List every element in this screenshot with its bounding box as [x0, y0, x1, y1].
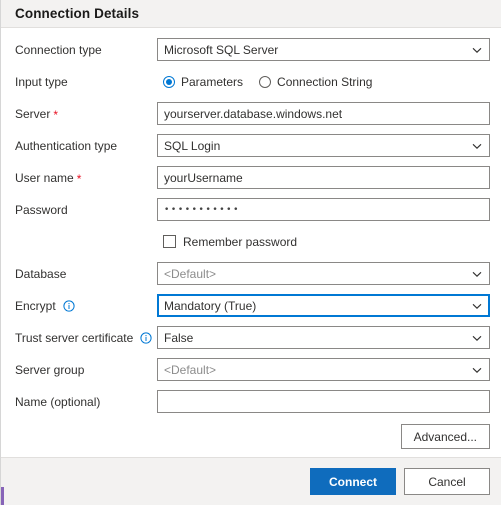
- input-type-radio-group: Parameters Connection String: [157, 75, 490, 89]
- field-row-trust-server-certificate: Trust server certificate False: [15, 326, 490, 349]
- password-input[interactable]: •••••••••••: [157, 198, 490, 221]
- authentication-type-value: SQL Login: [164, 138, 221, 153]
- radio-parameters[interactable]: Parameters: [163, 75, 243, 89]
- radio-connection-string-mark: [259, 75, 272, 88]
- checkbox-icon: [163, 235, 176, 248]
- encrypt-dropdown[interactable]: Mandatory (True): [157, 294, 490, 317]
- label-server: Server *: [15, 107, 157, 121]
- server-value: yourserver.database.windows.net: [164, 106, 343, 121]
- label-name-optional: Name (optional): [15, 395, 157, 409]
- input-type-label-text: Input type: [15, 74, 68, 89]
- chevron-down-icon: [471, 44, 483, 56]
- dialog-header: Connection Details: [1, 0, 501, 28]
- field-row-server-group: Server group <Default>: [15, 358, 490, 381]
- remember-password-label: Remember password: [183, 234, 298, 249]
- chevron-down-icon: [471, 268, 483, 280]
- chevron-down-icon: [471, 300, 483, 312]
- radio-parameters-mark: [163, 75, 175, 88]
- name-optional-label-text: Name (optional): [15, 394, 101, 409]
- radio-parameters-label: Parameters: [181, 74, 244, 89]
- name-optional-input[interactable]: [157, 390, 490, 413]
- user-name-value: yourUsername: [164, 170, 243, 185]
- page-title: Connection Details: [15, 6, 140, 21]
- user-name-label-text: User name: [15, 170, 74, 185]
- bottom-left-accent-strip: [1, 487, 4, 505]
- field-row-database: Database <Default>: [15, 262, 490, 285]
- field-row-name-optional: Name (optional): [15, 390, 490, 413]
- server-group-label-text: Server group: [15, 362, 85, 377]
- required-asterisk-server: *: [53, 107, 59, 122]
- chevron-down-icon: [471, 332, 483, 344]
- trust-server-certificate-label-text: Trust server certificate: [15, 330, 134, 345]
- info-icon[interactable]: [63, 299, 75, 312]
- dialog-footer: Connect Cancel: [1, 457, 501, 505]
- trust-server-certificate-value: False: [164, 330, 194, 345]
- label-authentication-type: Authentication type: [15, 139, 157, 153]
- label-trust-server-certificate: Trust server certificate: [15, 331, 157, 345]
- encrypt-label-text: Encrypt: [15, 298, 56, 313]
- connect-button[interactable]: Connect: [310, 468, 396, 495]
- chevron-down-icon: [471, 140, 483, 152]
- server-label-text: Server: [15, 106, 51, 121]
- radio-connection-string-label: Connection String: [277, 74, 373, 89]
- label-connection-type: Connection type: [15, 43, 157, 57]
- server-input[interactable]: yourserver.database.windows.net: [157, 102, 490, 125]
- trust-server-certificate-dropdown[interactable]: False: [157, 326, 490, 349]
- required-asterisk-user-name: *: [76, 171, 82, 186]
- field-row-password: Password •••••••••••: [15, 198, 490, 221]
- info-icon[interactable]: [140, 331, 152, 344]
- field-row-authentication-type: Authentication type SQL Login: [15, 134, 490, 157]
- database-dropdown[interactable]: <Default>: [157, 262, 490, 285]
- field-row-remember-password: Remember password: [15, 230, 490, 253]
- remember-password-checkbox[interactable]: Remember password: [157, 235, 490, 249]
- user-name-input[interactable]: yourUsername: [157, 166, 490, 189]
- label-user-name: User name *: [15, 171, 157, 185]
- authentication-type-label-text: Authentication type: [15, 138, 118, 153]
- radio-connection-string[interactable]: Connection String: [259, 75, 372, 89]
- server-group-dropdown[interactable]: <Default>: [157, 358, 490, 381]
- authentication-type-dropdown[interactable]: SQL Login: [157, 134, 490, 157]
- label-input-type: Input type: [15, 75, 157, 89]
- dialog-body: Connection type Microsoft SQL Server Inp…: [1, 28, 501, 457]
- connection-type-label-text: Connection type: [15, 42, 102, 57]
- label-encrypt: Encrypt: [15, 299, 157, 313]
- password-label-text: Password: [15, 202, 68, 217]
- connection-type-dropdown[interactable]: Microsoft SQL Server: [157, 38, 490, 61]
- label-password: Password: [15, 203, 157, 217]
- password-value: •••••••••••: [164, 206, 240, 215]
- field-row-input-type: Input type Parameters Connection String: [15, 70, 490, 93]
- chevron-down-icon: [471, 364, 483, 376]
- cancel-button[interactable]: Cancel: [404, 468, 490, 495]
- field-row-user-name: User name * yourUsername: [15, 166, 490, 189]
- field-row-encrypt: Encrypt Mandatory (True): [15, 294, 490, 317]
- database-value: <Default>: [164, 266, 217, 281]
- advanced-row: Advanced...: [15, 424, 490, 449]
- advanced-button[interactable]: Advanced...: [400, 424, 490, 449]
- field-row-connection-type: Connection type Microsoft SQL Server: [15, 38, 490, 61]
- label-server-group: Server group: [15, 363, 157, 377]
- server-group-value: <Default>: [164, 362, 217, 377]
- connection-type-value: Microsoft SQL Server: [164, 42, 279, 57]
- field-row-server: Server * yourserver.database.windows.net: [15, 102, 490, 125]
- encrypt-value: Mandatory (True): [164, 298, 257, 313]
- database-label-text: Database: [15, 266, 67, 281]
- connection-details-dialog: Connection Details Connection type Micro…: [0, 0, 501, 505]
- label-database: Database: [15, 267, 157, 281]
